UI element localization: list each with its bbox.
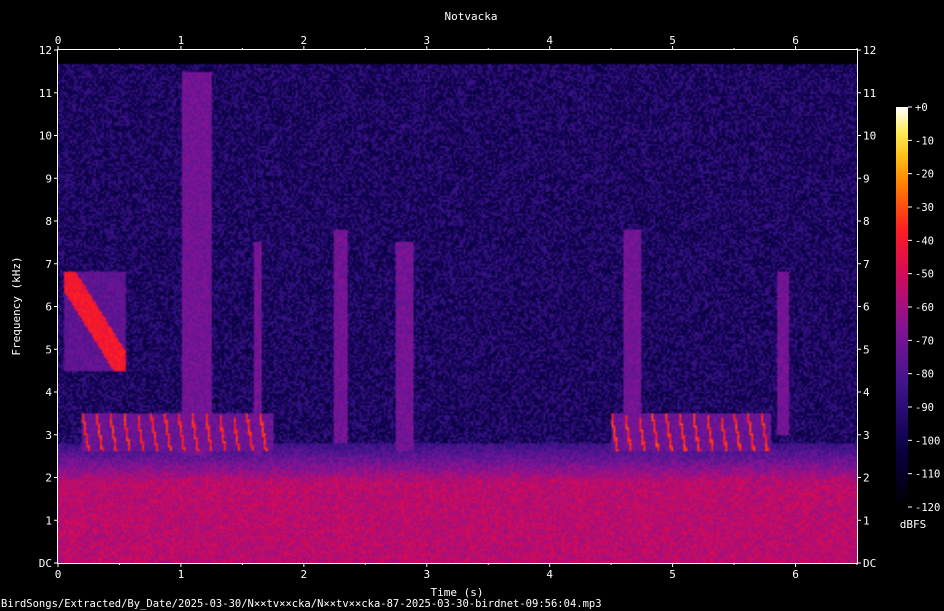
y-tick-label: 9: [863, 172, 870, 185]
y-tick-label: DC: [39, 557, 52, 570]
y-tick-label: 11: [39, 87, 52, 100]
y-tick-label: 1: [863, 514, 870, 527]
colorbar-tick-label: -70: [915, 335, 934, 347]
x-tick-label: 0: [55, 34, 62, 47]
colorbar-tick-label: +0: [915, 102, 928, 114]
colorbar-tick-label: -90: [915, 402, 934, 414]
colorbar-label: dBFS: [900, 518, 927, 531]
x-tick-label: 2: [301, 34, 308, 47]
x-tick-label: 2: [301, 568, 308, 581]
x-tick-label: 3: [423, 568, 430, 581]
file-path: BirdSongs/Extracted/By_Date/2025-03-30/N…: [1, 598, 602, 610]
y-tick-label: 12: [39, 44, 52, 57]
x-tick-label: 5: [669, 568, 676, 581]
colorbar-tick-label: -120: [915, 502, 940, 514]
y-tick-label: 5: [863, 343, 870, 356]
y-tick-label: 2: [45, 472, 52, 485]
y-tick-label: 12: [863, 44, 876, 57]
y-tick-label: 4: [863, 386, 870, 399]
chart-title: Notvacka: [445, 10, 498, 23]
y-tick-label: 9: [45, 172, 52, 185]
y-tick-label: DC: [863, 557, 876, 570]
colorbar-tick-label: -110: [915, 469, 940, 481]
colorbar-tick-label: -10: [915, 135, 934, 147]
colorbar-tick-label: -60: [915, 302, 934, 314]
colorbar-tick-label: -50: [915, 269, 934, 281]
x-tick-label: 4: [546, 568, 553, 581]
y-tick-label: 7: [45, 258, 52, 271]
spectrogram-heatmap: [58, 50, 857, 563]
y-tick-label: 10: [39, 130, 52, 143]
x-tick-label: 6: [792, 568, 799, 581]
y-tick-label: 3: [45, 429, 52, 442]
y-tick-label: 10: [863, 130, 876, 143]
colorbar-gradient: [896, 107, 908, 507]
y-tick-label: 6: [863, 301, 870, 314]
colorbar-tick-label: -30: [915, 202, 934, 214]
plot-area: [57, 49, 858, 564]
colorbar-tick-label: -20: [915, 169, 934, 181]
x-tick-label: 0: [55, 568, 62, 581]
x-tick-label: 3: [423, 34, 430, 47]
y-tick-label: 11: [863, 87, 876, 100]
y-tick-label: 4: [45, 386, 52, 399]
x-tick-label: 6: [792, 34, 799, 47]
y-tick-label: 7: [863, 258, 870, 271]
y-tick-label: 8: [863, 215, 870, 228]
colorbar-tick-label: -80: [915, 369, 934, 381]
x-tick-label: 1: [178, 34, 185, 47]
y-tick-label: 8: [45, 215, 52, 228]
y-tick-label: 3: [863, 429, 870, 442]
x-tick-label: 4: [546, 34, 553, 47]
x-tick-label: 5: [669, 34, 676, 47]
colorbar-tick-label: -40: [915, 235, 934, 247]
y-tick-label: 2: [863, 472, 870, 485]
colorbar-tick-label: -100: [915, 435, 940, 447]
y-axis-label: Frequency (kHz): [10, 256, 23, 355]
y-tick-label: 5: [45, 343, 52, 356]
x-tick-label: 1: [178, 568, 185, 581]
spectrogram-figure: Notvacka 0123456 0123456 DC1234567891011…: [0, 0, 944, 611]
y-tick-label: 1: [45, 514, 52, 527]
y-tick-label: 6: [45, 301, 52, 314]
